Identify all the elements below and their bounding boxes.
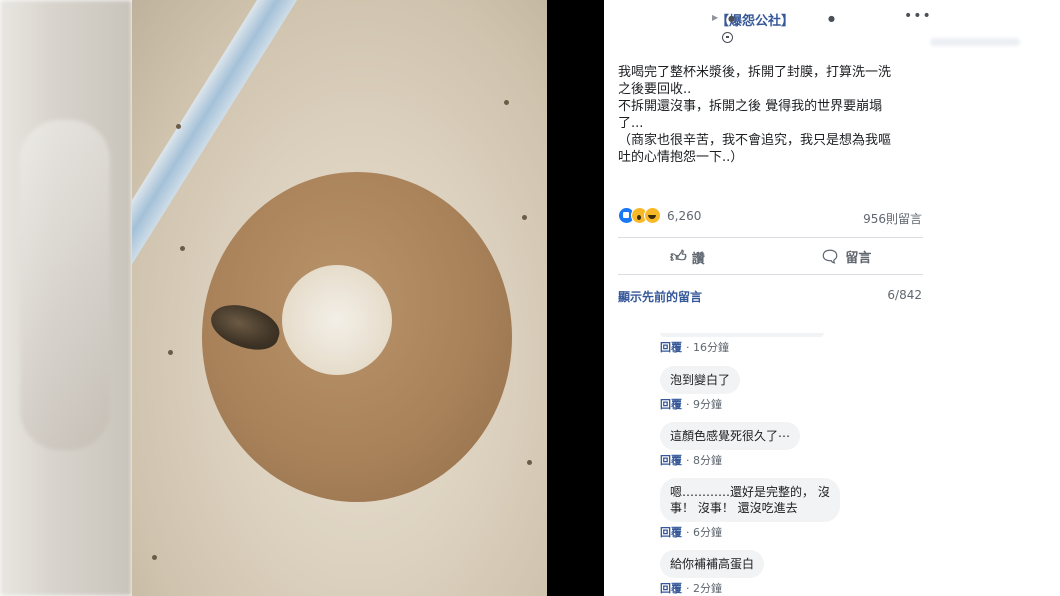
comment-time[interactable]: 2分鐘 (693, 582, 722, 595)
globe-icon (722, 32, 733, 43)
post-paragraph: 不拆開還沒事，拆開之後 覺得我的世界要崩塌 了... (618, 99, 883, 131)
comment-bubble: 這顏色感覺死很久了⋯ (660, 422, 801, 450)
photo-speck (180, 246, 185, 251)
comment-meta: 回覆 · 9分鐘 (660, 398, 722, 411)
photo-speck (522, 215, 527, 220)
post-text: 我喝完了整杯米漿後，拆開了封膜，打算洗一洗 之後要回收.. 不拆開還沒事，拆開之… (618, 64, 918, 166)
comment-label: 留言 (845, 251, 872, 266)
comment-time[interactable]: 9分鐘 (693, 398, 722, 411)
photo-speck (527, 460, 532, 465)
comment-meta: 回覆 · 16分鐘 (660, 341, 729, 354)
comment-item: 回覆 · 16分鐘 (660, 333, 824, 355)
comment-bubble: 給你補補高蛋白 (660, 550, 765, 578)
like-button[interactable]: 👍︎ 讚 (670, 247, 705, 267)
reaction-summary[interactable]: 6,260 (618, 207, 701, 224)
comment-meta: 回覆 · 6分鐘 (660, 526, 722, 539)
post-photo[interactable] (132, 0, 547, 596)
blurred-text (930, 38, 1020, 46)
comment-count[interactable]: 956則留言 (863, 210, 922, 227)
comment-time[interactable]: 6分鐘 (693, 526, 722, 539)
reply-link[interactable]: 回覆 (660, 398, 682, 411)
divider (618, 237, 923, 238)
reply-link[interactable]: 回覆 (660, 454, 682, 467)
like-label: 讚 (691, 251, 705, 267)
comment-pagination: 6/842 (887, 288, 922, 302)
reply-link[interactable]: 回覆 (660, 582, 682, 595)
like-icon: 👍︎ (670, 247, 687, 266)
comment-time[interactable]: 16分鐘 (693, 341, 729, 354)
post-paragraph: （商家也很辛苦，我不會追究，我只是想為我嘔 吐的心情抱怨一下..） (618, 133, 892, 165)
comment-bubble-tail (660, 333, 824, 337)
photo-milk-spot (282, 265, 392, 375)
post-viewer: ▶ 【爆怨公社】 ● ● ••• 我喝完了整杯米漿後，拆開了封膜，打算洗一洗 之… (0, 0, 1060, 596)
more-icon[interactable]: ••• (904, 8, 932, 24)
blurred-right-area (930, 0, 1060, 596)
photo-speck (176, 124, 181, 129)
comment-bubble: 泡到變白了 (660, 366, 741, 394)
page-dot-icon: ● (828, 14, 835, 23)
haha-reaction-icon (644, 207, 661, 224)
comment-bubble: 嗯…………還好是完整的， 沒 事！ 沒事！ 還沒吃進去 (660, 478, 840, 522)
comment-icon: 🗨︎ (820, 247, 841, 266)
page-dot-icon: ● (728, 14, 735, 23)
post-paragraph: 我喝完了整杯米漿後，拆開了封膜，打算洗一洗 之後要回收.. (618, 65, 892, 97)
comment-meta: 回覆 · 8分鐘 (660, 454, 722, 467)
photo-speck (152, 555, 157, 560)
photo-pane[interactable] (132, 0, 604, 596)
comment-item: 嗯…………還好是完整的， 沒 事！ 沒事！ 還沒吃進去 回覆 · 6分鐘 (660, 478, 840, 540)
reply-link[interactable]: 回覆 (660, 341, 682, 354)
comment-time[interactable]: 8分鐘 (693, 454, 722, 467)
photo-speck (504, 100, 509, 105)
photo-speck (168, 350, 173, 355)
reply-link[interactable]: 回覆 (660, 526, 682, 539)
comment-button[interactable]: 🗨︎ 留言 (820, 247, 871, 266)
post-side-panel: ▶ 【爆怨公社】 ● ● ••• 我喝完了整杯米漿後，拆開了封膜，打算洗一洗 之… (604, 0, 932, 596)
comment-item: 泡到變白了 回覆 · 9分鐘 (660, 366, 741, 412)
divider (618, 274, 923, 275)
comment-item: 給你補補高蛋白 回覆 · 2分鐘 (660, 550, 765, 596)
comment-meta: 回覆 · 2分鐘 (660, 582, 722, 595)
reaction-count: 6,260 (667, 208, 702, 223)
view-previous-comments-link[interactable]: 顯示先前的留言 (618, 288, 702, 305)
blurred-background (0, 0, 132, 596)
comment-item: 這顏色感覺死很久了⋯ 回覆 · 8分鐘 (660, 422, 801, 468)
